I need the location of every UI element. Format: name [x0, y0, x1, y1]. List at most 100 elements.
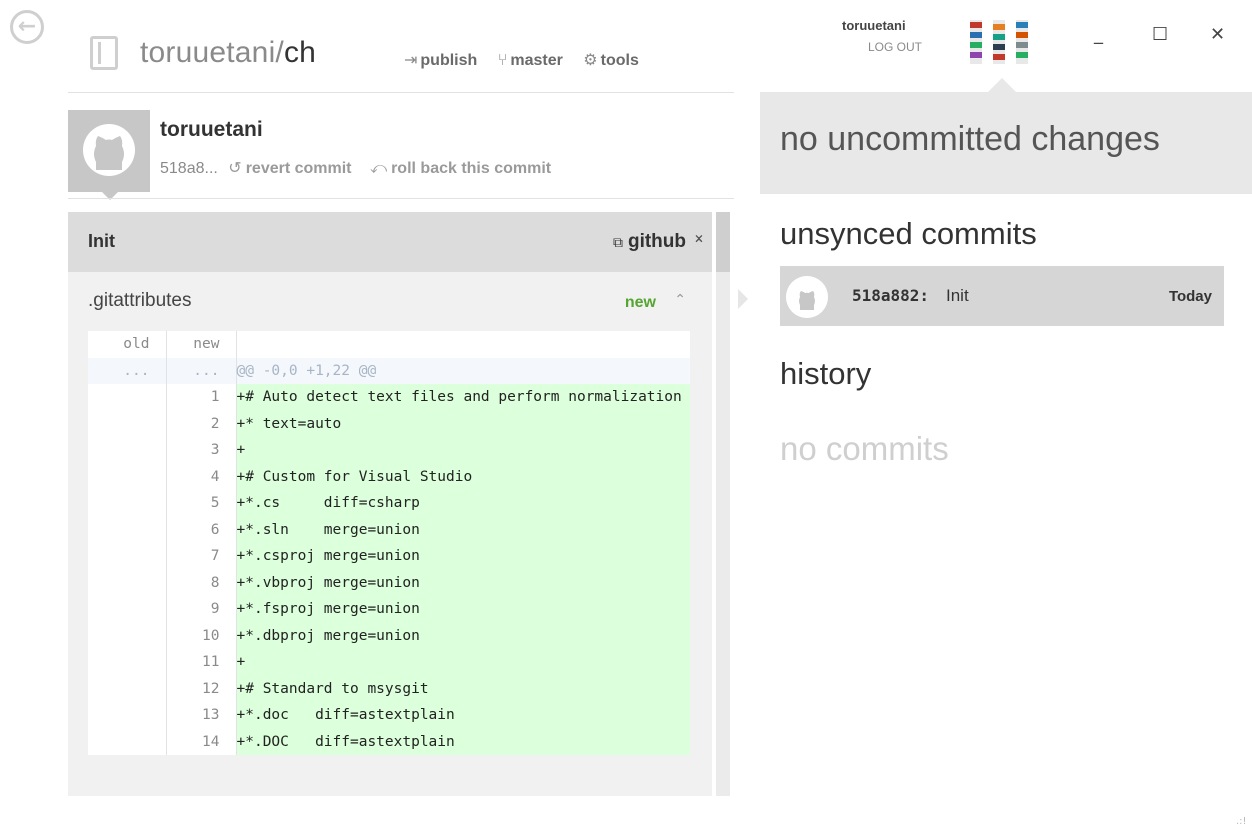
- diff-line-code: +* text=auto: [236, 410, 690, 437]
- view-on-github-link[interactable]: ⧉ github: [613, 231, 686, 253]
- revert-icon: ↺: [228, 160, 242, 177]
- diff-line: 13 +*.doc diff=astextplain: [88, 702, 690, 729]
- new-line-number: 2: [166, 410, 237, 437]
- file-name: .gitattributes: [88, 290, 192, 311]
- new-line-number: 11: [166, 649, 237, 676]
- old-line-number: [88, 463, 167, 490]
- diff-line: 7 +*.csproj merge=union: [88, 543, 690, 570]
- new-line-number: 12: [166, 675, 237, 702]
- external-link-icon: ⧉: [612, 234, 623, 250]
- close-button[interactable]: ✕: [1210, 24, 1225, 45]
- maximize-button[interactable]: ☐: [1152, 24, 1168, 45]
- commit-author: toruuetani: [160, 118, 263, 141]
- history-empty-text: no commits: [780, 430, 949, 467]
- new-line-number: 6: [166, 516, 237, 543]
- unsynced-commit-date: Today: [1168, 288, 1212, 305]
- collapse-file-icon[interactable]: ⌃: [674, 292, 686, 308]
- new-line-number: 7: [166, 543, 237, 570]
- diff-line-code: +: [236, 649, 690, 676]
- old-line-number: [88, 543, 167, 570]
- publish-label: publish: [420, 52, 478, 69]
- diff-line: 1 +# Auto detect text files and perform n…: [88, 384, 690, 411]
- history-title: history: [780, 356, 872, 391]
- resize-grip-icon[interactable]: .:!: [1236, 816, 1247, 827]
- changes-pointer: [988, 78, 1016, 92]
- diff-line-code: +*.dbproj merge=union: [236, 622, 690, 649]
- diff-line-code: +*.DOC diff=astextplain: [236, 728, 690, 755]
- old-line-number: [88, 437, 167, 464]
- branch-icon: ⑂: [497, 52, 508, 69]
- uncommitted-changes-text: no uncommitted changes: [780, 120, 1160, 158]
- diff-line: 11 +: [88, 649, 690, 676]
- diff-line: 3 +: [88, 437, 690, 464]
- old-line-number: [88, 649, 167, 676]
- old-line-number: [88, 516, 167, 543]
- repo-toolbar: ⇥ publish ⑂ master ⚙ tools: [404, 50, 655, 70]
- diff-line-code: +# Standard to msysgit: [236, 675, 690, 702]
- diff-line: 4 +# Custom for Visual Studio: [88, 463, 690, 490]
- logout-link[interactable]: LOG OUT: [868, 40, 922, 54]
- diff-scrollbar[interactable]: [716, 212, 730, 796]
- commit-meta: 518a8... ↺ revert commit ⤺ roll back this …: [160, 158, 565, 178]
- diff-scrollbar-thumb[interactable]: [716, 212, 730, 272]
- diff-line: 5 +*.cs diff=csharp: [88, 490, 690, 517]
- rollback-commit-button[interactable]: ⤺ roll back this commit: [370, 160, 551, 177]
- diff-panel: Init ⧉ github ⌄ ⌃ .gitattributes new ⌃ old…: [68, 212, 712, 796]
- diff-table: old new ... ... @@ -0,0 +1,22 @@ 1 +# Aut…: [88, 331, 690, 755]
- tools-button[interactable]: ⚙ tools: [583, 52, 639, 69]
- unsynced-commit-sha: 518a882:: [852, 286, 930, 305]
- diff-line-code: +: [236, 437, 690, 464]
- unsynced-commit-row[interactable]: 518a882: Init Today: [780, 266, 1224, 326]
- new-line-number: 5: [166, 490, 237, 517]
- back-button[interactable]: ←: [10, 10, 44, 44]
- diff-line-code: +*.vbproj merge=union: [236, 569, 690, 596]
- new-line-number: 3: [166, 437, 237, 464]
- minimize-button[interactable]: _: [1094, 24, 1103, 45]
- diff-line-code: +# Custom for Visual Studio: [236, 463, 690, 490]
- panel-pointer-icon: [738, 289, 748, 309]
- old-line-number: [88, 569, 167, 596]
- new-line-number: 10: [166, 622, 237, 649]
- new-line-number: 14: [166, 728, 237, 755]
- rollback-icon: ⤺: [369, 160, 388, 177]
- old-line-number: [88, 384, 167, 411]
- diff-line-code: +# Auto detect text files and perform no…: [236, 384, 690, 411]
- diff-line-code: +*.fsproj merge=union: [236, 596, 690, 623]
- author-avatar: [68, 110, 150, 192]
- rollback-commit-label: roll back this commit: [391, 160, 552, 177]
- publish-button[interactable]: ⇥ publish: [404, 52, 477, 69]
- publish-icon: ⇥: [404, 52, 418, 69]
- revert-commit-label: revert commit: [245, 160, 352, 177]
- repo-title: toruuetani/ch: [140, 36, 316, 70]
- old-column-header: old: [88, 331, 167, 358]
- diff-line: 6 +*.sln merge=union: [88, 516, 690, 543]
- commit-sha: 518a8...: [160, 160, 218, 177]
- old-line-number: [88, 410, 167, 437]
- new-line-number: 8: [166, 569, 237, 596]
- new-line-number: 13: [166, 702, 237, 729]
- hunk-header-row: ... ... @@ -0,0 +1,22 @@: [88, 357, 690, 384]
- unsynced-commit-avatar: [786, 276, 828, 318]
- user-name: toruuetani: [842, 18, 906, 33]
- unsynced-commits-title: unsynced commits: [780, 216, 1037, 251]
- hunk-old-marker: ...: [88, 357, 167, 384]
- repo-name: ch: [283, 36, 317, 69]
- gear-icon: ⚙: [583, 52, 598, 69]
- header-divider: [68, 92, 734, 93]
- revert-commit-button[interactable]: ↺ revert commit: [228, 160, 351, 177]
- collapse-all-icon[interactable]: ⌄ ⌃: [692, 226, 706, 253]
- diff-line: 10 +*.dbproj merge=union: [88, 622, 690, 649]
- hunk-new-marker: ...: [166, 357, 237, 384]
- file-header[interactable]: .gitattributes new ⌃: [68, 272, 712, 328]
- file-status-badge: new: [624, 294, 656, 311]
- diff-line-code: +*.cs diff=csharp: [236, 490, 690, 517]
- diff-line-code: +*.csproj merge=union: [236, 543, 690, 570]
- old-line-number: [88, 622, 167, 649]
- branch-button[interactable]: ⑂ master: [498, 52, 563, 69]
- user-avatar[interactable]: [966, 16, 1032, 68]
- github-label: github: [627, 231, 686, 252]
- new-line-number: 1: [166, 384, 237, 411]
- diff-line: 14 +*.DOC diff=astextplain: [88, 728, 690, 755]
- old-line-number: [88, 596, 167, 623]
- diff-line: 9 +*.fsproj merge=union: [88, 596, 690, 623]
